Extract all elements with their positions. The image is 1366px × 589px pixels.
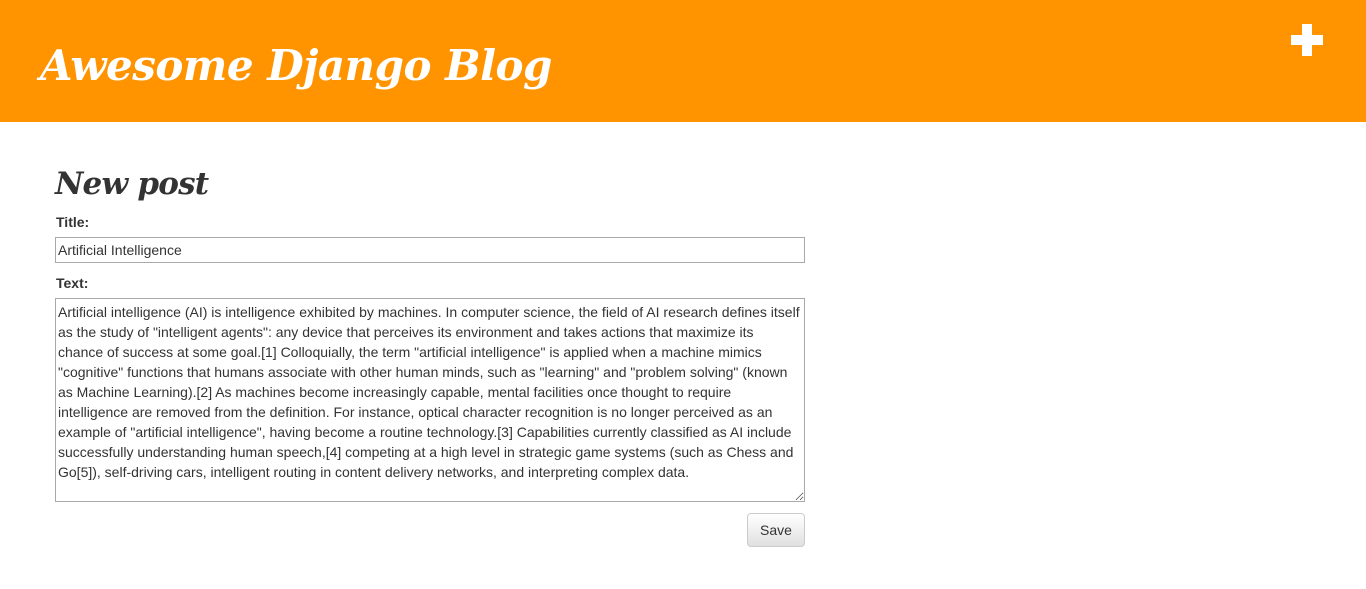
save-button[interactable]: Save bbox=[747, 513, 805, 547]
add-post-button[interactable] bbox=[1289, 22, 1325, 58]
text-area[interactable]: Artificial intelligence (AI) is intellig… bbox=[55, 298, 805, 502]
title-label: Title: bbox=[56, 214, 90, 230]
plus-icon bbox=[1291, 24, 1323, 56]
page-title: New post bbox=[55, 166, 209, 202]
title-input[interactable] bbox=[55, 237, 805, 263]
text-label: Text: bbox=[56, 275, 89, 291]
site-title-link[interactable]: Awesome Django Blog bbox=[40, 38, 552, 94]
page-header: Awesome Django Blog bbox=[0, 0, 1366, 122]
